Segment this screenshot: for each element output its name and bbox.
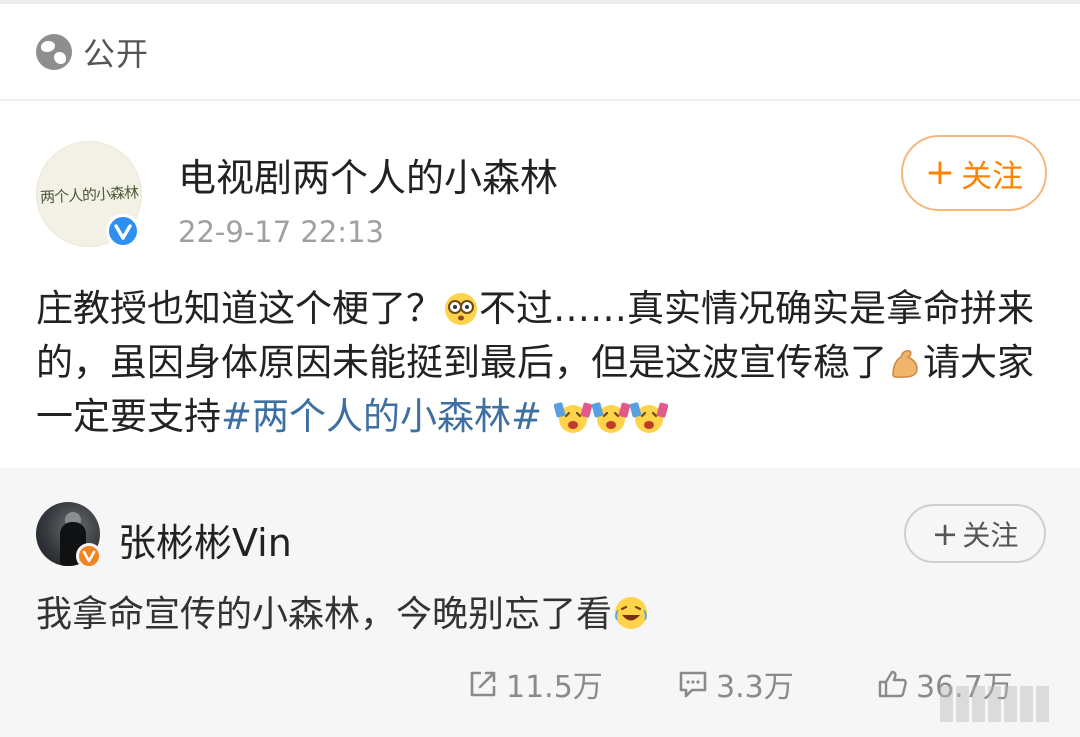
thumbs-up-icon — [876, 667, 910, 701]
follow-button[interactable]: + 关注 — [904, 504, 1046, 563]
repost-author-name[interactable]: 张彬彬Vin — [118, 512, 292, 567]
avatar-logo-text: 两个人的小森林 — [39, 182, 139, 207]
top-edge — [0, 0, 1080, 4]
follow-label: 关注 — [961, 158, 1024, 195]
post-text-part-1: 庄教授也知道这个梗了？ — [36, 287, 443, 330]
follow-button[interactable]: + 关注 — [901, 135, 1047, 211]
cheer-emoji-icon — [629, 399, 668, 435]
share-icon — [466, 667, 500, 701]
visibility-label: 公开 — [83, 35, 150, 73]
plus-icon: + — [931, 514, 959, 553]
verified-badge-icon — [106, 214, 140, 248]
post-timestamp: 22-9-17 22:13 — [178, 215, 384, 249]
follow-label: 关注 — [962, 518, 1019, 552]
plus-icon: + — [924, 152, 956, 193]
author-name[interactable]: 电视剧两个人的小森林 — [178, 147, 558, 202]
wow-emoji-icon — [443, 291, 479, 327]
repost-text: 我拿命宣传的小森林，今晚别忘了看 — [36, 588, 650, 642]
divider — [0, 99, 1080, 101]
share-count: 11.5万 — [506, 670, 603, 705]
hashtag-link[interactable]: #两个人的小森林# — [221, 395, 542, 438]
post-text: 庄教授也知道这个梗了？ 不过……真实情况确实是拿命拼来的，虽因身体原因未能挺到最后… — [36, 282, 1046, 444]
share-button[interactable]: 11.5万 — [466, 660, 603, 708]
comment-count: 3.3万 — [716, 670, 794, 705]
repost-text-body: 我拿命宣传的小森林，今晚别忘了看 — [36, 594, 613, 635]
cheer-emoji-icon — [591, 399, 630, 435]
watermark — [940, 686, 1049, 722]
comment-button[interactable]: 3.3万 — [676, 660, 794, 708]
comment-icon — [676, 667, 710, 701]
muscle-emoji-icon — [887, 345, 923, 381]
laugh-cry-emoji-icon — [612, 594, 650, 632]
verified-badge-icon — [76, 543, 102, 569]
visibility-row: 公开 — [36, 30, 149, 74]
cheer-emoji-icon — [553, 399, 592, 435]
globe-icon — [36, 34, 72, 70]
